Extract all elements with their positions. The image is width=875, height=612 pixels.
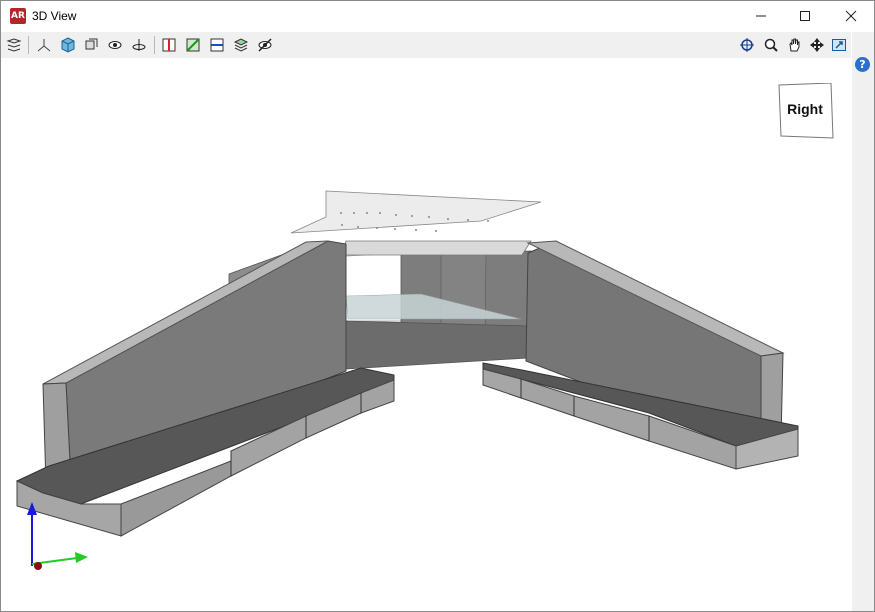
pan-button[interactable] [784,35,804,55]
minimize-icon [756,15,766,17]
close-button[interactable] [828,1,874,31]
rotate-axis-button[interactable] [129,35,149,55]
maximize-button[interactable] [782,1,828,31]
orbit-view-icon [85,38,98,50]
export-image-icon [832,39,846,51]
toolbar-separator [154,36,155,54]
stacked-layers-icon [233,38,249,52]
axes-button[interactable] [34,35,54,55]
help-button[interactable]: ? [855,57,870,72]
3d-view-window: AR 3D View ? Right [0,0,875,612]
section-blue-icon [210,38,224,52]
hide-eye-icon [258,38,272,52]
orbit-view-button[interactable] [81,35,101,55]
origin-point [34,562,42,570]
3d-model-scene [15,190,799,570]
zoom-window-button[interactable] [761,35,781,55]
section-green-icon [186,38,200,52]
toolbar-separator [28,36,29,54]
minimize-button[interactable] [738,1,784,31]
hide-objects-button[interactable] [255,35,275,55]
orbit-icon [810,38,824,52]
pan-hand-icon [789,38,800,52]
layers-icon [6,38,22,52]
section-z-button[interactable] [207,35,227,55]
deck-slab [290,190,542,234]
look-rotate-button[interactable] [105,35,125,55]
toolbar [1,32,868,58]
orbit-button[interactable] [807,35,827,55]
right-panel-strip: ? [852,32,874,611]
section-y-button[interactable] [183,35,203,55]
export-image-button[interactable] [829,35,849,55]
zoom-extents-button[interactable] [737,35,757,55]
axes-icon [37,39,51,52]
eye-rotate-icon [108,41,122,49]
zoom-window-icon [764,38,778,52]
view-cube[interactable]: Right [778,83,834,139]
window-title: 3D View [32,9,77,23]
culvert-interior [341,240,532,370]
close-icon [845,10,857,22]
iso-view-button[interactable] [58,35,78,55]
app-icon: AR [10,8,26,24]
zoom-extents-icon [740,38,754,52]
view-cube-label: Right [787,101,823,117]
rotate-axis-icon [132,39,146,51]
maximize-icon [800,11,810,21]
title-bar: AR 3D View [1,1,874,31]
section-x-button[interactable] [159,35,179,55]
layers-button[interactable] [4,35,24,55]
iso-cube-icon [61,37,75,53]
3d-viewport[interactable]: Right [1,58,852,611]
section-red-icon [162,38,176,52]
layer-stack-button[interactable] [231,35,251,55]
